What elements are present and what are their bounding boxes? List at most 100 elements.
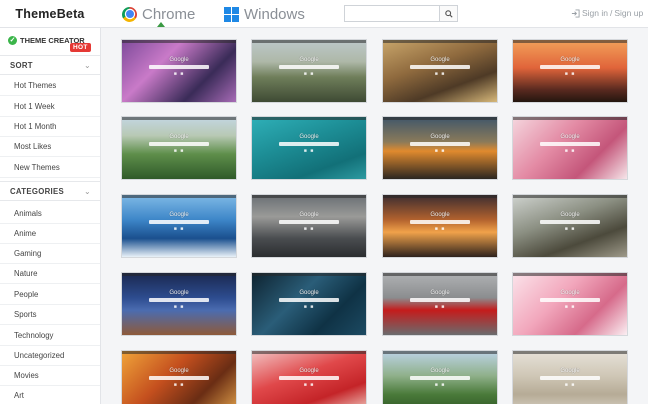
thumbnail-search-bar	[540, 142, 600, 146]
theme-thumbnail[interactable]: Google ■ ■	[382, 39, 498, 103]
category-item-uncategorized[interactable]: Uncategorized	[0, 346, 100, 366]
site-logo[interactable]: ThemeBeta	[0, 0, 100, 28]
category-item-people[interactable]: People	[0, 285, 100, 305]
theme-thumbnail[interactable]: Google ■ ■	[512, 272, 628, 336]
theme-thumbnail[interactable]: Google ■ ■	[251, 194, 367, 258]
browser-tab-bar	[122, 195, 236, 198]
browser-tab-bar	[513, 40, 627, 43]
sign-in-icon	[571, 8, 580, 18]
thumbnail-google-logo: Google	[299, 212, 319, 218]
browser-tab-bar	[252, 117, 366, 120]
thumbnail-shortcuts: ■ ■	[173, 71, 185, 77]
browser-tab-bar	[383, 273, 497, 276]
thumbnail-google-logo: Google	[560, 212, 580, 218]
thumbnail-search-bar	[540, 298, 600, 302]
search-input[interactable]	[345, 6, 439, 21]
browser-tab-bar	[383, 40, 497, 43]
category-item-art[interactable]: Art	[0, 386, 100, 404]
theme-thumbnail[interactable]: Google ■ ■	[512, 350, 628, 404]
thumbnail-search-bar	[540, 220, 600, 224]
thumbnail-shortcuts: ■ ■	[434, 304, 446, 310]
windows-icon	[224, 6, 239, 22]
theme-thumbnail[interactable]: Google ■ ■	[512, 194, 628, 258]
thumbnail-search-bar	[149, 220, 209, 224]
thumbnail-search-bar	[279, 298, 339, 302]
browser-tab-bar	[383, 195, 497, 198]
thumbnail-search-bar	[279, 142, 339, 146]
thumbnail-google-logo: Google	[299, 290, 319, 296]
tab-windows[interactable]: Windows	[224, 3, 305, 25]
sign-in-link[interactable]: Sign in	[582, 8, 608, 18]
categories-heading-label: CATEGORIES	[10, 187, 64, 196]
thumbnail-google-logo: Google	[560, 290, 580, 296]
chevron-down-icon: ⌄	[83, 61, 91, 70]
theme-thumbnail[interactable]: Google ■ ■	[251, 39, 367, 103]
thumbnail-search-bar	[149, 142, 209, 146]
hot-badge: HOT	[70, 43, 91, 52]
sort-item-most-likes[interactable]: Most Likes	[0, 137, 100, 157]
thumbnail-shortcuts: ■ ■	[434, 382, 446, 388]
search-box	[344, 5, 458, 22]
thumbnail-search-bar	[149, 65, 209, 69]
top-header: ThemeBeta Chrome Windows Sign in / Sign …	[0, 0, 648, 28]
categories-heading[interactable]: CATEGORIES ⌄	[0, 181, 100, 201]
browser-tab-bar	[122, 40, 236, 43]
theme-thumbnail[interactable]: Google ■ ■	[512, 39, 628, 103]
sidebar: ✓ THEME CREATOR HOT SORT ⌄ Hot Themes Ho…	[0, 28, 101, 404]
theme-thumbnail[interactable]: Google ■ ■	[121, 194, 237, 258]
theme-thumbnail[interactable]: Google ■ ■	[251, 116, 367, 180]
thumbnail-shortcuts: ■ ■	[564, 382, 576, 388]
tab-windows-label: Windows	[244, 5, 305, 23]
browser-tab-bar	[252, 195, 366, 198]
theme-thumbnail[interactable]: Google ■ ■	[382, 272, 498, 336]
theme-thumbnail[interactable]: Google ■ ■	[251, 350, 367, 404]
tab-chrome-label: Chrome	[142, 5, 196, 23]
browser-tab-bar	[122, 351, 236, 354]
category-item-anime[interactable]: Anime	[0, 224, 100, 244]
sort-item-hot-1-week[interactable]: Hot 1 Week	[0, 97, 100, 117]
thumbnail-shortcuts: ■ ■	[303, 226, 315, 232]
sign-up-link[interactable]: Sign up	[614, 8, 643, 18]
thumbnail-google-logo: Google	[430, 290, 450, 296]
thumbnail-search-bar	[540, 376, 600, 380]
sort-item-hot-1-month[interactable]: Hot 1 Month	[0, 117, 100, 137]
theme-thumbnail[interactable]: Google ■ ■	[382, 194, 498, 258]
search-icon	[444, 9, 453, 18]
category-item-animals[interactable]: Animals	[0, 204, 100, 224]
thumbnail-search-bar	[540, 65, 600, 69]
browser-tab-bar	[122, 273, 236, 276]
thumbnail-shortcuts: ■ ■	[303, 148, 315, 154]
thumbnail-google-logo: Google	[299, 134, 319, 140]
category-item-nature[interactable]: Nature	[0, 264, 100, 284]
thumbnail-shortcuts: ■ ■	[564, 71, 576, 77]
sort-item-new-themes[interactable]: New Themes	[0, 158, 100, 178]
theme-thumbnail[interactable]: Google ■ ■	[512, 116, 628, 180]
sort-item-hot-themes[interactable]: Hot Themes	[0, 76, 100, 96]
theme-thumbnail[interactable]: Google ■ ■	[121, 39, 237, 103]
theme-thumbnail[interactable]: Google ■ ■	[382, 116, 498, 180]
category-item-technology[interactable]: Technology	[0, 326, 100, 346]
thumbnail-shortcuts: ■ ■	[173, 148, 185, 154]
auth-separator: /	[610, 8, 613, 18]
category-item-gaming[interactable]: Gaming	[0, 244, 100, 264]
thumbnail-google-logo: Google	[169, 290, 189, 296]
thumbnail-shortcuts: ■ ■	[564, 148, 576, 154]
sort-heading[interactable]: SORT ⌄	[0, 55, 100, 75]
theme-thumbnail[interactable]: Google ■ ■	[382, 350, 498, 404]
thumbnail-search-bar	[149, 298, 209, 302]
thumbnail-google-logo: Google	[169, 212, 189, 218]
thumbnail-shortcuts: ■ ■	[564, 304, 576, 310]
theme-thumbnail[interactable]: Google ■ ■	[121, 350, 237, 404]
theme-thumbnail[interactable]: Google ■ ■	[121, 116, 237, 180]
browser-tab-bar	[252, 40, 366, 43]
theme-thumbnail[interactable]: Google ■ ■	[121, 272, 237, 336]
category-item-movies[interactable]: Movies	[0, 366, 100, 386]
thumbnail-google-logo: Google	[299, 57, 319, 63]
thumbnail-shortcuts: ■ ■	[434, 148, 446, 154]
category-item-sports[interactable]: Sports	[0, 305, 100, 325]
thumbnail-google-logo: Google	[560, 134, 580, 140]
theme-thumbnail[interactable]: Google ■ ■	[251, 272, 367, 336]
thumbnail-google-logo: Google	[430, 57, 450, 63]
search-button[interactable]	[439, 6, 457, 21]
browser-tab-bar	[383, 351, 497, 354]
